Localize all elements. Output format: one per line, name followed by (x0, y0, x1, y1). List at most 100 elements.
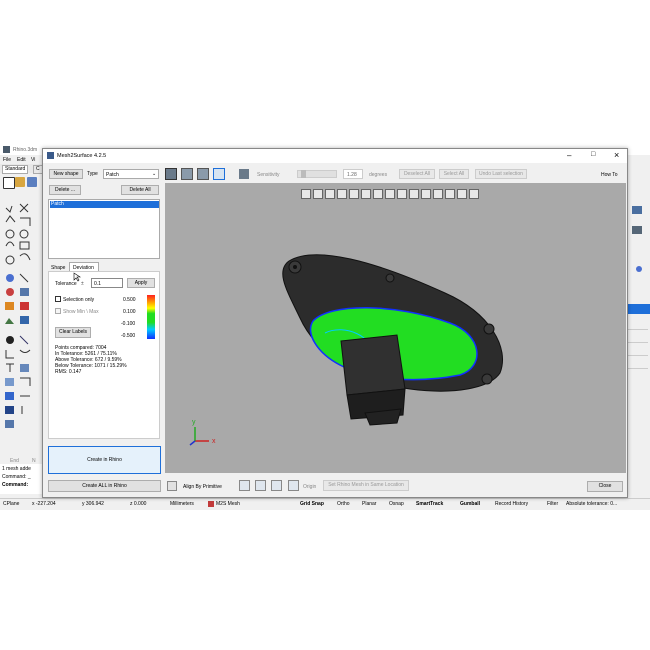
delete-all-button[interactable]: Delete All (121, 185, 159, 195)
select-all-button[interactable]: Select All (439, 169, 469, 179)
create-in-rhino-button[interactable]: Create in Rhino (48, 446, 161, 474)
status-x: x -227.204 (32, 501, 56, 507)
deviation-color-scale (147, 295, 155, 339)
align-icon[interactable] (239, 480, 250, 491)
status-gumball[interactable]: Gumball (460, 501, 480, 507)
mesh2surface-dialog: Mesh2Surface 4.2.5 – □ × New shape Type … (42, 148, 628, 498)
align-icon[interactable] (271, 480, 282, 491)
mode-icon[interactable] (197, 168, 209, 180)
mode-icon[interactable] (181, 168, 193, 180)
slider-handle[interactable] (301, 170, 306, 178)
selection-only-checkbox[interactable] (55, 296, 61, 302)
rhino-left-toolbar[interactable] (2, 200, 38, 440)
legend-value-top: 0.500 (123, 297, 136, 303)
type-select[interactable]: Patch ⌄ (103, 169, 159, 179)
status-units[interactable]: Millimeters (170, 501, 194, 507)
layer-color-swatch (208, 501, 214, 507)
show-min-max-label: Show Min \ Max (63, 309, 99, 315)
menu-edit[interactable]: Edit (17, 157, 26, 163)
origin-icon[interactable] (288, 480, 299, 491)
command-area: 1 mesh adde Command: _ Command: (0, 464, 45, 494)
dialog-titlebar: Mesh2Surface 4.2.5 – □ × (43, 149, 627, 163)
stat-rms: RMS: 0.147 (55, 369, 82, 375)
cmd-prompt[interactable]: Command: (2, 482, 28, 488)
panel-icon[interactable] (632, 226, 642, 234)
legend-value-bottom: -0.500 (121, 333, 136, 339)
deselect-all-button[interactable]: Deselect All (399, 169, 435, 179)
maximize-button[interactable]: □ (591, 151, 595, 158)
axis-x-label: x (212, 438, 216, 445)
type-select-value: Patch (106, 172, 119, 178)
type-label: Type (87, 171, 98, 177)
help-icon[interactable] (636, 266, 642, 272)
chevron-down-icon: ⌄ (152, 171, 157, 177)
tolerance-value: 0.1 (94, 281, 101, 287)
rhino-menubar: File Edit Vi (0, 155, 45, 164)
mesh-model[interactable]: x y (165, 183, 626, 473)
delete-button[interactable]: Delete ... (49, 185, 81, 195)
clear-labels-button[interactable]: Clear Labels (55, 327, 91, 338)
new-shape-button[interactable]: New shape (49, 169, 83, 179)
status-z: z 0.000 (130, 501, 147, 507)
apply-button[interactable]: Apply (127, 278, 155, 288)
status-osnap[interactable]: Osnap (389, 501, 404, 507)
create-all-in-rhino-button[interactable]: Create ALL in Rhino (48, 480, 161, 492)
status-filter[interactable]: Filter (547, 501, 558, 507)
align-icon[interactable] (255, 480, 266, 491)
divider (628, 355, 648, 356)
shape-list[interactable]: Patch (48, 199, 160, 259)
sensitivity-value: 1.28 (347, 172, 357, 178)
axis-y-label: y (192, 419, 196, 426)
minimize-button[interactable]: – (567, 151, 571, 160)
status-record-history[interactable]: Record History (495, 501, 528, 507)
save-icon[interactable] (27, 177, 37, 187)
dialog-title: Mesh2Surface 4.2.5 (57, 153, 107, 159)
sensitivity-slider[interactable] (297, 170, 337, 178)
plus-minus-icon: ± (81, 281, 84, 287)
status-bar: CPlane x -227.204 y 306.942 z 0.000 Mill… (0, 498, 650, 509)
rhino-logo-icon (3, 146, 10, 153)
tab-standard[interactable]: Standard (2, 165, 29, 174)
close-window-button[interactable]: × (614, 150, 619, 160)
open-folder-icon[interactable] (15, 177, 25, 187)
list-item[interactable]: Patch (50, 201, 159, 208)
undo-last-selection-button[interactable]: Undo Last selection (475, 169, 527, 179)
status-smarttrack[interactable]: SmartTrack (416, 501, 443, 507)
selection-only-label: Selection only (63, 297, 95, 303)
status-planar[interactable]: Planar (362, 501, 376, 507)
status-grid-snap[interactable]: Grid Snap (300, 501, 324, 507)
tolerance-label: Tolerance (55, 281, 77, 287)
sensitivity-label: Sensitivity (257, 172, 280, 178)
legend-value-lower: -0.100 (121, 321, 136, 327)
sensitivity-input[interactable]: 1.28 (343, 169, 363, 179)
selected-layer-row[interactable] (626, 304, 650, 314)
set-rhino-mesh-location-button[interactable]: Set Rhino Mesh in Same Location (323, 480, 409, 491)
status-y: y 306.942 (82, 501, 104, 507)
legend-value-upper: 0.100 (123, 309, 136, 315)
divider (628, 368, 648, 369)
align-icon[interactable] (167, 481, 177, 491)
how-to-link[interactable]: How To (601, 172, 618, 178)
divider (628, 329, 648, 330)
mode-icon[interactable] (165, 168, 177, 180)
show-min-max-checkbox[interactable] (55, 308, 61, 314)
panel-icon[interactable] (632, 206, 642, 214)
cmd-line-2: Command: _ (2, 474, 31, 480)
close-button[interactable]: Close (587, 481, 623, 492)
mode-icon[interactable] (213, 168, 225, 180)
menu-view[interactable]: Vi (31, 157, 35, 163)
origin-label: Origin (303, 484, 317, 490)
divider (628, 342, 648, 343)
new-file-icon[interactable] (3, 177, 15, 189)
align-by-primitive-label[interactable]: Align By Primitive (183, 484, 222, 490)
search-icon[interactable] (239, 169, 249, 179)
menu-file[interactable]: File (3, 157, 11, 163)
3d-viewport[interactable]: x y (165, 183, 626, 473)
rhino-title: Rhino.3dm (13, 147, 38, 153)
status-ortho[interactable]: Ortho (337, 501, 350, 507)
cmd-line-1: 1 mesh adde (2, 466, 31, 472)
status-layer[interactable]: M2S Mesh (216, 501, 240, 507)
tolerance-input[interactable]: 0.1 (91, 278, 123, 288)
status-abs-tolerance: Absolute tolerance: 0... (566, 501, 618, 507)
status-cplane[interactable]: CPlane (3, 501, 19, 507)
